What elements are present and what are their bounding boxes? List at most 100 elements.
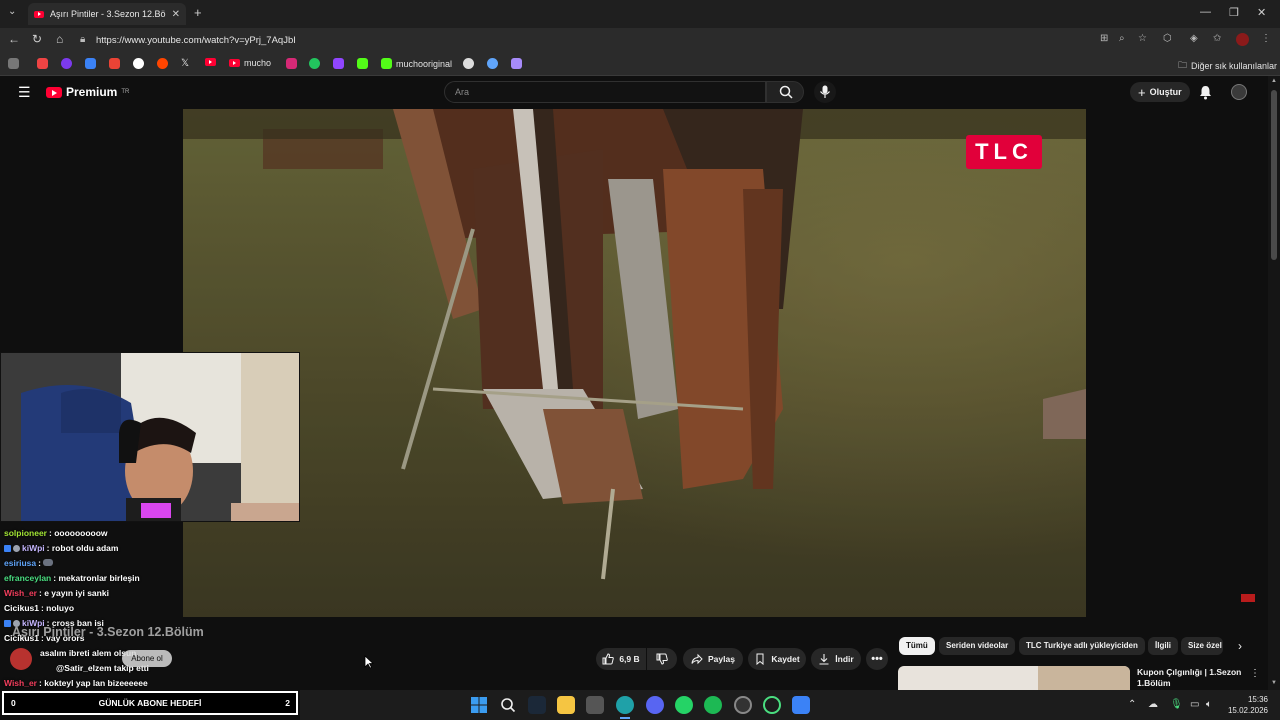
favorite-star-icon[interactable]: ☆ — [1138, 33, 1147, 44]
spotify-icon[interactable] — [704, 696, 722, 714]
more-actions-button[interactable]: ••• — [866, 648, 888, 670]
recommended-title[interactable]: Kupon Çılgınlığı | 1.Sezon 1.Bölüm — [1137, 667, 1247, 689]
chip-related[interactable]: İlgili — [1148, 637, 1178, 655]
zoom-icon[interactable]: ⌕ — [1119, 33, 1125, 44]
bookmark-youtube-icon[interactable] — [205, 58, 216, 66]
bookmark-instagram-icon[interactable] — [286, 58, 297, 69]
tlc-channel-logo: TLC — [966, 135, 1042, 169]
tray-chevron-icon[interactable]: ⌃ — [1128, 699, 1136, 710]
scrollbar-thumb[interactable] — [1271, 90, 1277, 260]
favorites-icon[interactable]: ✩ — [1213, 33, 1221, 44]
system-clock[interactable]: 15:36 15.02.2026 — [1228, 694, 1268, 716]
store-icon[interactable] — [586, 696, 604, 714]
bookmark-kick-icon[interactable] — [357, 58, 368, 69]
bookmark-whatsapp-icon[interactable] — [309, 58, 320, 69]
more-menu-icon[interactable]: ⋮ — [1261, 33, 1271, 44]
home-icon[interactable]: ⌂ — [56, 32, 63, 46]
maximize-icon[interactable]: ❐ — [1229, 6, 1239, 19]
bookmark-folder-icon[interactable] — [8, 58, 19, 69]
like-button[interactable]: 6,9 B — [596, 648, 646, 670]
account-avatar[interactable] — [1231, 84, 1247, 100]
page-scrollbar[interactable]: ▲ ▼ — [1268, 76, 1280, 690]
start-menu-icon[interactable] — [470, 696, 488, 714]
tray-cloud-icon[interactable]: ☁ — [1148, 699, 1158, 710]
chips-next-chevron-icon[interactable]: › — [1238, 639, 1242, 653]
bookmark-gmail-icon[interactable] — [109, 58, 120, 69]
close-tab-icon[interactable]: ✕ — [172, 9, 180, 20]
bookmark-mucho[interactable]: mucho — [229, 58, 271, 68]
create-button[interactable]: + Oluştur — [1130, 82, 1190, 102]
dislike-button[interactable] — [647, 648, 677, 670]
app-available-icon[interactable]: ⊞ — [1100, 33, 1108, 44]
video-watermark-icon — [1241, 594, 1255, 602]
back-icon[interactable]: ← — [8, 32, 20, 46]
other-bookmarks[interactable]: 🗀︎ Diğer sık kullanılanlar — [1178, 58, 1277, 74]
bookmark-twitch-icon[interactable] — [333, 58, 344, 69]
close-window-icon[interactable]: ✕ — [1257, 6, 1266, 19]
browser-tab[interactable]: Aşırı Pintiler - 3.Sezon 12.Bölüm - ✕ — [28, 3, 186, 25]
bookmark-google-icon[interactable] — [133, 58, 144, 69]
search-input[interactable]: Ara — [444, 81, 766, 103]
search-button[interactable] — [766, 81, 804, 103]
channel-avatar[interactable] — [10, 648, 32, 670]
bookmark-muchooriginal[interactable]: muchooriginal — [381, 58, 452, 69]
video-player[interactable]: TLC — [183, 109, 1086, 617]
edge-browser-icon[interactable] — [616, 696, 634, 714]
bookmark-reddit-icon[interactable] — [157, 58, 168, 69]
page-background — [0, 109, 183, 352]
logo-text: Premium — [66, 85, 118, 99]
taskbar-search-icon[interactable] — [499, 696, 517, 714]
reload-icon[interactable]: ↻ — [32, 32, 42, 46]
share-button[interactable]: Paylaş — [683, 648, 743, 670]
url-field[interactable]: 🔒︎ https://www.youtube.com/watch?v=yPrj_… — [76, 31, 1266, 49]
file-explorer-icon[interactable] — [557, 696, 575, 714]
tab-list-chevron-icon[interactable]: ⌄ — [8, 6, 16, 17]
chat-message: Wish_er: kokteyl yap lan bizeeeeee — [4, 678, 148, 688]
hamburger-menu-icon[interactable]: ☰ — [18, 84, 31, 101]
settings-gear-icon[interactable] — [792, 696, 810, 714]
bookmark-pen-icon[interactable] — [511, 58, 522, 69]
chip-all[interactable]: Tümü — [899, 637, 935, 655]
youtube-premium-logo[interactable]: Premium TR — [46, 85, 129, 99]
save-button[interactable]: Kaydet — [748, 648, 806, 670]
notifications-bell-icon[interactable] — [1199, 85, 1212, 100]
bookmark-browser-icon[interactable] — [61, 58, 72, 69]
download-button[interactable]: İndir — [811, 648, 861, 670]
profile-avatar[interactable] — [1236, 33, 1249, 46]
scroll-up-icon[interactable]: ▲ — [1271, 78, 1277, 84]
chip-series-videos[interactable]: Seriden videolar — [939, 637, 1016, 655]
logo-country: TR — [121, 89, 130, 95]
new-tab-button[interactable]: + — [194, 5, 202, 20]
bookmark-sync-icon[interactable] — [487, 58, 498, 69]
chat-username: efranceylan — [4, 573, 52, 583]
obs-icon[interactable] — [734, 696, 752, 714]
browser-essentials-icon[interactable]: ◈ — [1190, 33, 1198, 44]
app-icon[interactable] — [763, 696, 781, 714]
other-bookmarks-label: Diğer sık kullanılanlar — [1191, 61, 1278, 71]
mouse-cursor-icon — [364, 655, 374, 669]
bookmark-x-icon[interactable]: 𝕏 — [181, 58, 189, 69]
voice-search-button[interactable] — [814, 81, 836, 103]
scroll-down-icon[interactable]: ▼ — [1271, 680, 1277, 686]
tray-mic-icon[interactable]: 🎙︎ — [1170, 699, 1183, 710]
chat-text: robot oldu adam — [51, 543, 119, 553]
discord-icon[interactable] — [646, 696, 664, 714]
whatsapp-icon[interactable] — [675, 696, 693, 714]
chat-message: solpioneer: ooooooooow — [4, 528, 108, 538]
chip-uploader[interactable]: TLC Turkiye adlı yükleyiciden — [1019, 637, 1145, 655]
minimize-icon[interactable]: — — [1200, 6, 1211, 18]
bookmark-drive-icon[interactable] — [85, 58, 96, 69]
network-icon[interactable]: ▭ — [1190, 699, 1199, 710]
steam-icon[interactable] — [528, 696, 546, 714]
chip-for-you[interactable]: Size özel — [1181, 637, 1223, 655]
microphone-icon — [820, 85, 830, 98]
bookmark-photos-icon[interactable] — [37, 58, 48, 69]
save-label: Kaydet — [771, 654, 800, 664]
extensions-icon[interactable]: ⬡ — [1163, 33, 1172, 44]
bookmark-github-icon[interactable] — [463, 58, 474, 69]
recommended-thumbnail[interactable] — [898, 666, 1130, 690]
subscriber-badge-icon — [4, 545, 11, 552]
subscribe-button[interactable]: Abone ol — [122, 650, 172, 667]
volume-icon[interactable]: 🔈︎ — [1206, 699, 1212, 710]
recommended-more-icon[interactable]: ⋮ — [1250, 668, 1260, 679]
